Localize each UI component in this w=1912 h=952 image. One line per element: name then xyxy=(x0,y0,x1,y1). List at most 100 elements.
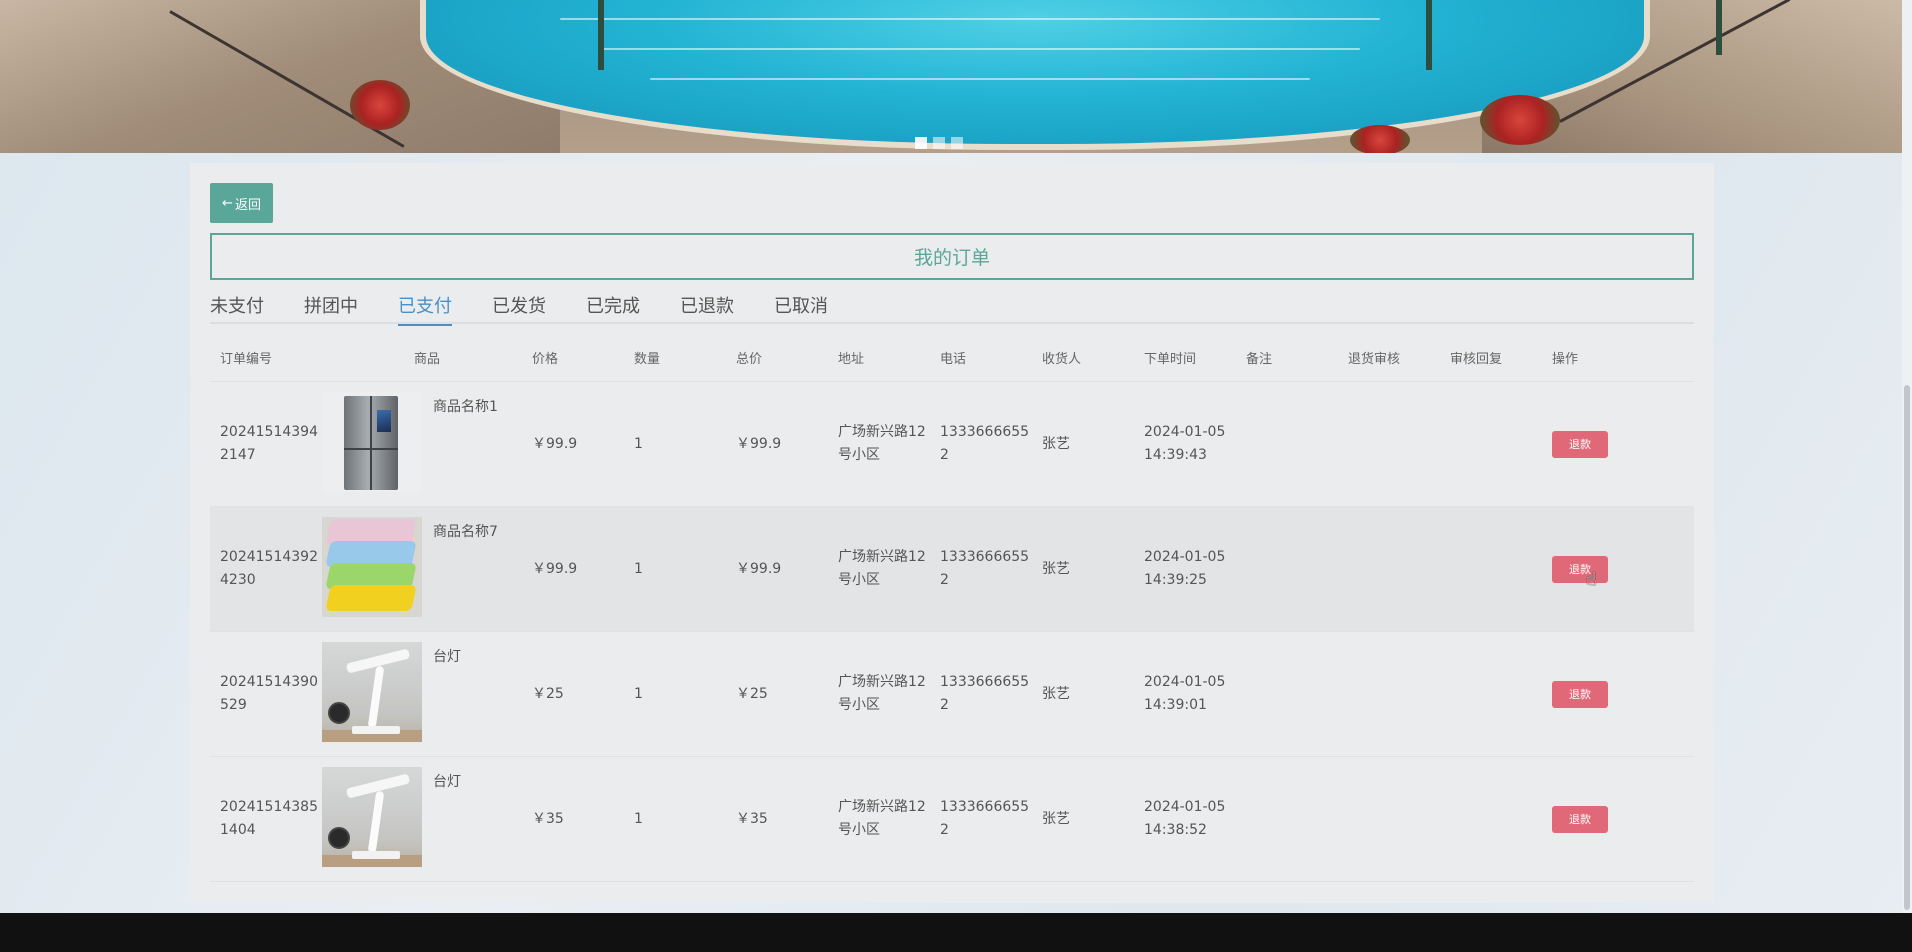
order-time: 2024-01-05 14:39:43 xyxy=(1144,424,1226,463)
phone: 13336666552 xyxy=(940,674,1030,713)
desk-lamp-image[interactable] xyxy=(322,766,422,867)
scrollbar-thumb[interactable] xyxy=(1904,385,1910,910)
table-row: 202415143942147 商品名称1 ￥99.9 1 ￥99.9 广场新兴… xyxy=(210,382,1694,507)
refund-button[interactable]: 退款 xyxy=(1552,805,1608,833)
address: 广场新兴路12号小区 xyxy=(838,799,926,838)
tab-refunded[interactable]: 已退款 xyxy=(680,286,734,324)
address: 广场新兴路12号小区 xyxy=(838,549,926,588)
order-no: 202415143942147 xyxy=(220,424,318,463)
quantity: 1 xyxy=(634,685,643,702)
carousel-dot[interactable] xyxy=(915,137,927,149)
page-title: 我的订单 xyxy=(210,233,1694,280)
order-status-tabs: 未支付 拼团中 已支付 已发货 已完成 已退款 已取消 xyxy=(210,286,1694,326)
fridge-screen xyxy=(377,409,391,432)
product-cell: 台灯 xyxy=(322,766,522,872)
orders-panel: ← 返回 我的订单 未支付 拼团中 已支付 已发货 已完成 已退款 已取消 订单… xyxy=(190,163,1714,903)
table-row: 20241514390529 台灯 ￥25 1 ￥25 广场新兴路12号小区 1… xyxy=(210,632,1694,757)
header-return-audit: 退货审核 xyxy=(1348,352,1401,367)
tab-shipped[interactable]: 已发货 xyxy=(492,286,546,324)
price: ￥99.9 xyxy=(532,560,578,577)
receiver: 张艺 xyxy=(1042,810,1070,827)
receiver: 张艺 xyxy=(1042,435,1070,452)
product-name: 商品名称7 xyxy=(433,523,498,540)
tab-cancelled[interactable]: 已取消 xyxy=(774,286,828,324)
hero-banner xyxy=(0,0,1902,153)
lamp-base xyxy=(352,850,400,859)
fridge-drawer-split xyxy=(344,447,398,450)
product-cell: 台灯 xyxy=(322,641,522,747)
lamp-arm xyxy=(367,665,385,728)
address: 广场新兴路12号小区 xyxy=(838,674,926,713)
carousel-dot[interactable] xyxy=(951,137,963,149)
towel-yellow xyxy=(325,584,417,611)
order-no: 202415143851404 xyxy=(220,799,318,838)
towels-image[interactable] xyxy=(322,516,422,617)
table-row: 202415143851404 台灯 ￥35 1 ￥35 广场新兴路12号小区 … xyxy=(210,757,1694,882)
order-no: 202415143924230 xyxy=(220,549,318,588)
carousel-indicators[interactable] xyxy=(915,137,963,149)
product-name: 台灯 xyxy=(433,648,461,665)
header-quantity: 数量 xyxy=(634,352,661,367)
header-product: 商品 xyxy=(413,352,440,367)
total: ￥35 xyxy=(736,810,768,827)
phone: 13336666552 xyxy=(940,799,1030,838)
refund-button[interactable]: 退款 xyxy=(1552,430,1608,458)
action-cell: 退款 xyxy=(1542,805,1692,833)
flower-bed xyxy=(350,80,410,130)
tab-completed[interactable]: 已完成 xyxy=(586,286,640,324)
price: ￥25 xyxy=(532,685,564,702)
lamp-post xyxy=(1426,0,1432,70)
desk-lamp-image[interactable] xyxy=(322,641,422,742)
phone: 13336666552 xyxy=(940,549,1030,588)
table-row: 202415143924230 商品名称7 ￥99.9 1 ￥99.9 广场新兴… xyxy=(210,507,1694,632)
flower-bed xyxy=(1480,95,1560,145)
quantity: 1 xyxy=(634,435,643,452)
carousel-dot[interactable] xyxy=(933,137,945,149)
action-cell: 退款 xyxy=(1542,555,1692,583)
order-time: 2024-01-05 14:39:01 xyxy=(1144,674,1226,713)
flower-bed xyxy=(1350,125,1410,153)
total: ￥99.9 xyxy=(736,435,782,452)
action-cell: 退款 xyxy=(1542,430,1692,458)
tab-group-buying[interactable]: 拼团中 xyxy=(304,286,358,324)
order-time: 2024-01-05 14:39:25 xyxy=(1144,549,1226,588)
table-header: 订单编号 商品 价格 数量 总价 地址 电话 收货人 下单时间 备注 退货审核 … xyxy=(210,338,1694,382)
price: ￥99.9 xyxy=(532,435,578,452)
tab-unpaid[interactable]: 未支付 xyxy=(210,286,264,324)
header-receiver: 收货人 xyxy=(1042,352,1082,367)
product-cell: 商品名称1 xyxy=(322,391,522,497)
page-scrollbar[interactable] xyxy=(1902,0,1912,952)
product-cell: 商品名称7 xyxy=(322,516,522,622)
total: ￥99.9 xyxy=(736,560,782,577)
header-action: 操作 xyxy=(1552,352,1579,367)
lamp-arm xyxy=(367,790,385,853)
header-order-no: 订单编号 xyxy=(220,352,273,367)
quantity: 1 xyxy=(634,810,643,827)
back-button-label: 返回 xyxy=(234,197,261,213)
total: ￥25 xyxy=(736,685,768,702)
header-audit-reply: 审核回复 xyxy=(1450,352,1503,367)
arrow-left-icon: ← xyxy=(222,195,233,211)
price: ￥35 xyxy=(532,810,564,827)
hand-pointer-icon: ☝ xyxy=(1586,569,1597,590)
tab-paid[interactable]: 已支付 xyxy=(398,286,452,326)
address: 广场新兴路12号小区 xyxy=(838,424,926,463)
pool-lane xyxy=(650,78,1310,80)
product-name: 商品名称1 xyxy=(433,398,498,415)
banner-pool-image xyxy=(420,0,1650,150)
refund-button[interactable]: 退款 xyxy=(1552,680,1608,708)
action-cell: 退款 xyxy=(1542,680,1692,708)
fridge-door-split xyxy=(370,395,372,490)
header-total: 总价 xyxy=(736,352,763,367)
header-phone: 电话 xyxy=(940,352,967,367)
lamp-clock xyxy=(328,701,350,724)
header-order-time: 下单时间 xyxy=(1144,352,1197,367)
page-footer xyxy=(0,913,1912,952)
refund-button[interactable]: 退款 xyxy=(1552,555,1608,583)
pool-lane xyxy=(600,48,1360,50)
header-note: 备注 xyxy=(1246,352,1273,367)
back-button[interactable]: ← 返回 xyxy=(210,183,273,223)
lamp-clock xyxy=(328,826,350,849)
order-no: 20241514390529 xyxy=(220,674,318,713)
fridge-image[interactable] xyxy=(322,391,422,492)
